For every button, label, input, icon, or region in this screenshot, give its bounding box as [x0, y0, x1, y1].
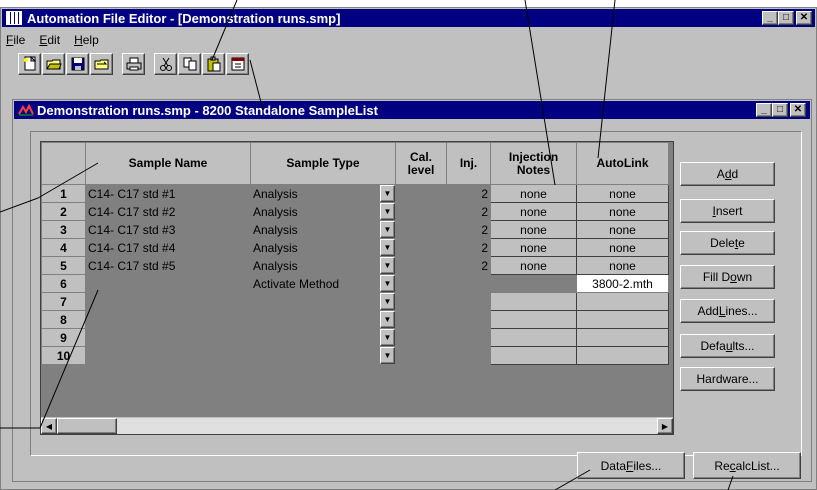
- callout-lines: [0, 0, 734, 490]
